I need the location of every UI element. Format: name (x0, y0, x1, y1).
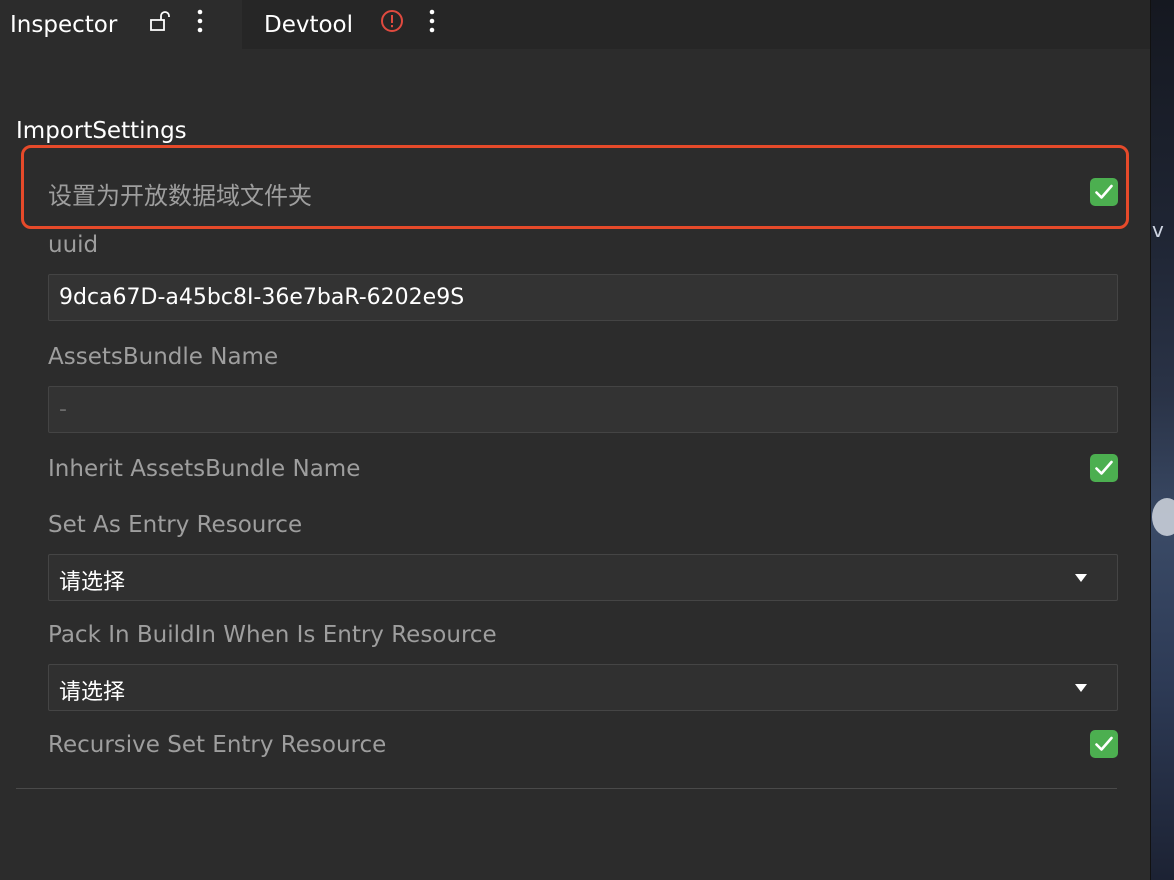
check-icon (1095, 184, 1113, 199)
adjacent-panel-shape (1152, 498, 1174, 536)
uuid-value: 9dca67D-a45bc8I-36e7baR-6202e9S (59, 285, 465, 310)
uuid-label: uuid (48, 232, 99, 258)
check-icon (1095, 736, 1113, 751)
open-data-folder-label: 设置为开放数据域文件夹 (48, 182, 312, 210)
recursive-set-entry-resource-label: Recursive Set Entry Resource (48, 732, 387, 758)
tab-devtool[interactable]: Devtool (242, 0, 1150, 49)
tab-inspector[interactable]: Inspector (0, 0, 242, 49)
assets-bundle-name-label: AssetsBundle Name (48, 344, 279, 370)
adjacent-panel-edge (1150, 0, 1174, 880)
section-divider (16, 788, 1117, 789)
assets-bundle-name-input[interactable]: - (48, 386, 1118, 433)
caret-down-icon (1075, 684, 1087, 692)
assets-bundle-name-placeholder: - (59, 397, 67, 422)
set-as-entry-resource-label: Set As Entry Resource (48, 512, 303, 538)
caret-down-icon (1075, 574, 1087, 582)
inherit-assets-bundle-name-label: Inherit AssetsBundle Name (48, 456, 361, 482)
lock-icon[interactable] (147, 9, 171, 33)
adjacent-panel-text: v (1152, 218, 1164, 242)
set-as-entry-resource-select[interactable]: 请选择 (48, 554, 1118, 601)
set-as-entry-resource-value: 请选择 (59, 570, 126, 595)
inherit-assets-bundle-name-checkbox[interactable] (1090, 454, 1118, 482)
uuid-field[interactable]: 9dca67D-a45bc8I-36e7baR-6202e9S (48, 274, 1118, 321)
pack-in-buildin-select[interactable]: 请选择 (48, 664, 1118, 711)
more-vertical-icon[interactable] (427, 8, 437, 34)
open-data-folder-checkbox[interactable] (1090, 178, 1118, 206)
pack-in-buildin-label: Pack In BuildIn When Is Entry Resource (48, 622, 497, 648)
more-vertical-icon[interactable] (195, 8, 205, 34)
tab-bar: Inspector Devtool (0, 0, 1150, 49)
tab-devtool-label: Devtool (264, 11, 354, 38)
recursive-set-entry-resource-checkbox[interactable] (1090, 730, 1118, 758)
check-icon (1095, 460, 1113, 475)
error-circle-icon (381, 10, 403, 32)
section-title: ImportSettings (16, 118, 187, 144)
pack-in-buildin-value: 请选择 (59, 680, 126, 705)
tab-inspector-label: Inspector (10, 11, 118, 38)
